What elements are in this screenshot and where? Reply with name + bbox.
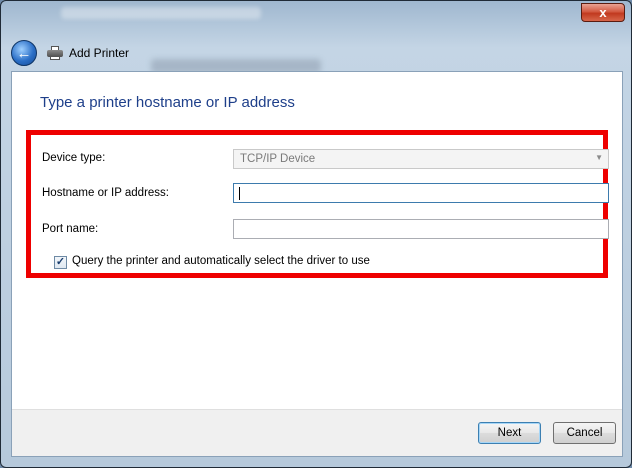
- back-arrow-icon: ←: [16, 44, 32, 62]
- close-icon: x: [599, 5, 607, 20]
- next-button[interactable]: Next: [478, 422, 541, 444]
- device-type-value: TCP/IP Device: [240, 153, 316, 165]
- close-button[interactable]: x: [581, 3, 625, 22]
- text-caret: [239, 187, 240, 200]
- query-printer-label[interactable]: Query the printer and automatically sele…: [72, 255, 370, 267]
- blurred-background-breadcrumb: [61, 7, 261, 19]
- device-type-select[interactable]: TCP/IP Device ▼: [233, 149, 609, 169]
- port-name-label: Port name:: [42, 223, 99, 235]
- cancel-button[interactable]: Cancel: [553, 422, 616, 444]
- device-type-label: Device type:: [42, 152, 106, 164]
- hostname-input[interactable]: [233, 183, 609, 203]
- checkmark-icon: ✓: [55, 256, 66, 268]
- title-bar: ← Add Printer: [11, 39, 129, 67]
- back-button[interactable]: ←: [11, 40, 37, 66]
- wizard-footer: Next Cancel: [12, 409, 622, 456]
- chevron-down-icon: ▼: [595, 153, 603, 162]
- printer-icon: [47, 46, 63, 60]
- dialog-window: x ← Add Printer Type a printer hostname …: [0, 0, 632, 468]
- port-name-input[interactable]: [233, 219, 609, 239]
- hostname-label: Hostname or IP address:: [42, 187, 169, 199]
- page-title: Type a printer hostname or IP address: [40, 94, 295, 111]
- wizard-content: Type a printer hostname or IP address De…: [11, 71, 623, 457]
- window-title: Add Printer: [69, 46, 130, 60]
- query-printer-checkbox[interactable]: ✓: [54, 256, 67, 269]
